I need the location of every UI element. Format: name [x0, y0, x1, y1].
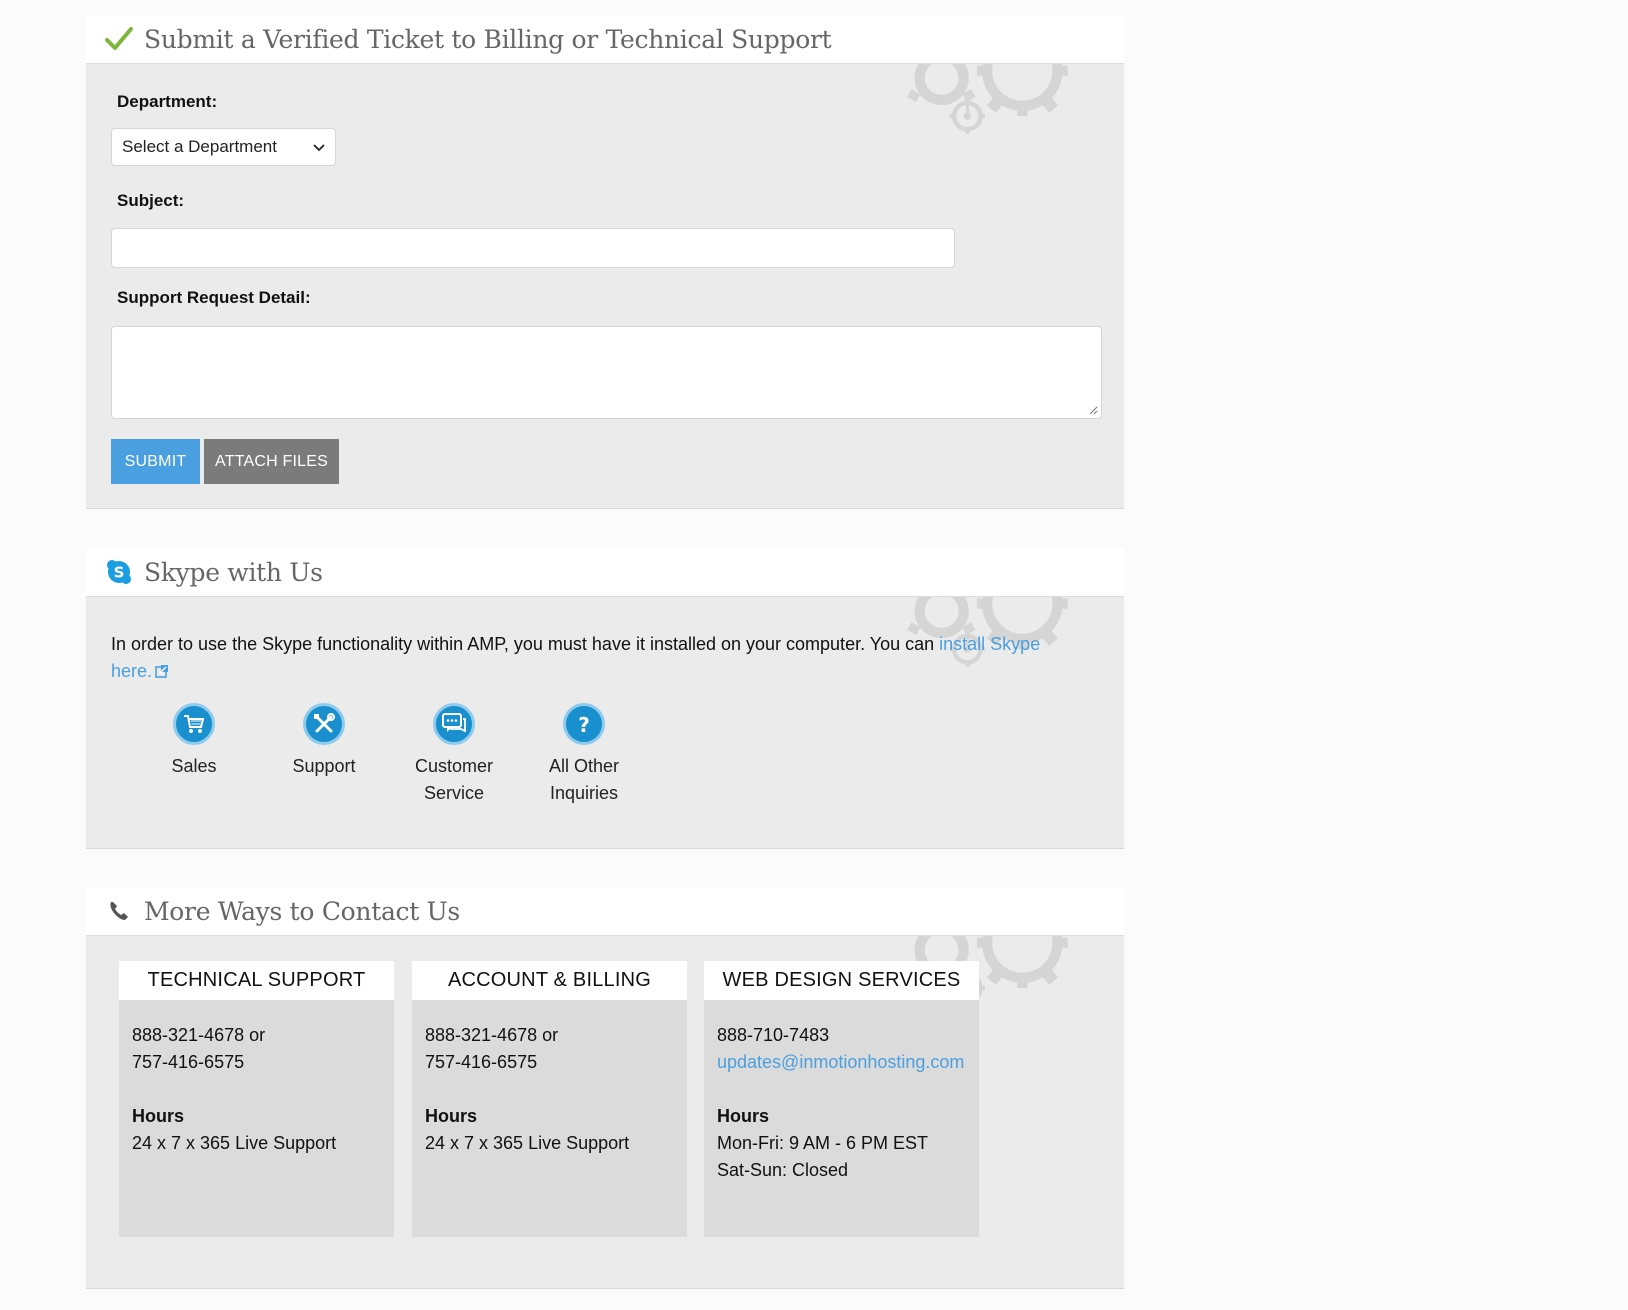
detail-label: Support Request Detail:	[117, 288, 311, 307]
ticket-panel: Submit a Verified Ticket to Billing or T…	[86, 15, 1124, 509]
skype-intro: In order to use the Skype functionality …	[111, 631, 1071, 686]
card-hours-1: Mon-Fri: 9 AM - 6 PM EST	[717, 1133, 929, 1153]
ticket-panel-header: Submit a Verified Ticket to Billing or T…	[86, 15, 1124, 64]
svg-text:?: ?	[578, 713, 590, 736]
resize-handle-icon[interactable]	[1088, 405, 1098, 415]
card-phone-1: 888-710-7483	[717, 1025, 830, 1045]
contact-panel-title: More Ways to Contact Us	[144, 896, 460, 926]
skype-option-label: Sales	[171, 756, 217, 776]
skype-panel-title: Skype with Us	[144, 557, 323, 587]
card-hours-1: 24 x 7 x 365 Live Support	[132, 1133, 337, 1153]
wrench-screwdriver-icon	[303, 703, 345, 745]
checkmark-icon	[104, 24, 134, 54]
contact-card-technical-support: TECHNICAL SUPPORT 888-321-4678 or 757-41…	[119, 961, 394, 1237]
svg-text:S: S	[114, 564, 125, 582]
chevron-down-icon	[313, 137, 325, 157]
skype-panel-header: S Skype with Us	[86, 548, 1124, 597]
card-phone-1: 888-321-4678 or	[132, 1025, 266, 1045]
attach-files-button[interactable]: ATTACH FILES	[204, 439, 339, 484]
phone-icon	[104, 896, 134, 926]
skype-option-label-2: Service	[423, 783, 485, 803]
skype-option-support[interactable]: Support	[259, 703, 389, 780]
skype-option-label-2: Inquiries	[549, 783, 619, 803]
skype-icon: S	[104, 557, 134, 587]
submit-button[interactable]: SUBMIT	[111, 439, 200, 484]
gears-decoration-icon	[888, 64, 1098, 144]
department-select[interactable]: Select a Department	[111, 128, 336, 166]
skype-option-label: Customer	[414, 756, 494, 776]
card-hours-2: Sat-Sun: Closed	[717, 1160, 849, 1180]
skype-body: In order to use the Skype functionality …	[86, 597, 1124, 848]
card-heading: TECHNICAL SUPPORT	[119, 961, 394, 1000]
contact-body: TECHNICAL SUPPORT 888-321-4678 or 757-41…	[86, 936, 1124, 1288]
external-link-icon	[155, 659, 169, 686]
card-heading: ACCOUNT & BILLING	[412, 961, 687, 1000]
ticket-panel-title: Submit a Verified Ticket to Billing or T…	[144, 24, 832, 54]
contact-panel-header: More Ways to Contact Us	[86, 887, 1124, 936]
subject-label: Subject:	[117, 191, 185, 210]
card-hours-label: Hours	[425, 1106, 478, 1126]
skype-option-label: Support	[292, 756, 356, 776]
card-hours-label: Hours	[132, 1106, 185, 1126]
skype-option-label: All Other	[548, 756, 620, 776]
skype-panel: S Skype with Us In order to use the Skyp…	[86, 548, 1124, 849]
card-phone-2: 757-416-6575	[132, 1052, 245, 1072]
subject-input[interactable]	[111, 228, 955, 268]
card-hours-1: 24 x 7 x 365 Live Support	[425, 1133, 630, 1153]
card-heading: WEB DESIGN SERVICES	[704, 961, 979, 1000]
shopping-cart-icon	[173, 703, 215, 745]
ticket-form: Department: Select a Department Subject:…	[86, 64, 1124, 508]
skype-intro-text: In order to use the Skype functionality …	[111, 634, 940, 654]
question-mark-icon: ?	[563, 703, 605, 745]
contact-card-account-billing: ACCOUNT & BILLING 888-321-4678 or 757-41…	[412, 961, 687, 1237]
skype-option-customer-service[interactable]: Customer Service	[389, 703, 519, 807]
support-detail-textarea[interactable]	[111, 326, 1102, 419]
contact-card-web-design: WEB DESIGN SERVICES 888-710-7483 updates…	[704, 961, 979, 1237]
skype-option-other-inquiries[interactable]: ? All Other Inquiries	[519, 703, 649, 807]
card-phone-1: 888-321-4678 or	[425, 1025, 559, 1045]
contact-panel: More Ways to Contact Us TECHNICAL SUPPOR…	[86, 887, 1124, 1289]
department-select-value: Select a Department	[122, 137, 277, 156]
department-label: Department:	[117, 92, 218, 111]
card-hours-label: Hours	[717, 1106, 770, 1126]
card-email-link[interactable]: updates@inmotionhosting.com	[717, 1052, 964, 1072]
skype-option-sales[interactable]: Sales	[129, 703, 259, 780]
chat-bubbles-icon	[433, 703, 475, 745]
card-phone-2: 757-416-6575	[425, 1052, 538, 1072]
